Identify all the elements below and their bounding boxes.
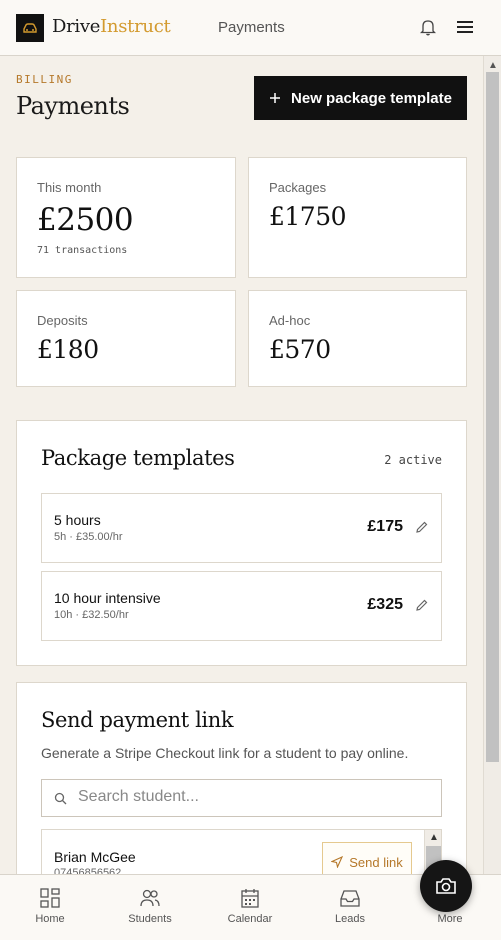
stat-value: £180 [37,335,99,364]
send-icon [331,856,344,868]
nav-label: More [437,913,463,925]
stat-value: £1750 [269,202,347,231]
template-price: £175 [367,518,403,535]
grid-icon [40,888,60,908]
active-count: 2 active [384,453,442,467]
plus-icon [270,93,281,103]
main-content[interactable]: BILLING Payments New package template Th… [0,56,483,874]
template-row[interactable]: 5 hours 5h · £35.00/hr £175 [41,493,442,563]
stat-label: Packages [269,180,327,195]
stat-label: Ad-hoc [269,313,311,328]
stat-value: £2500 [37,202,134,238]
send-payment-link-card: Send payment link Generate a Stripe Chec… [16,682,467,874]
send-payment-link-title: Send payment link [41,708,234,732]
stat-label: This month [37,180,102,195]
edit-pencil-icon[interactable] [415,598,429,617]
camera-fab-button[interactable] [420,860,472,912]
nav-label: Leads [335,913,365,925]
stat-card-adhoc: Ad-hoc £570 [248,290,467,387]
send-payment-link-description: Generate a Stripe Checkout link for a st… [41,745,409,761]
brand-name[interactable]: DriveInstruct [52,16,171,37]
new-package-template-button[interactable]: New package template [254,76,467,120]
stat-value: £570 [269,335,331,364]
template-meta: 10h · £32.50/hr [54,609,129,621]
student-phone: 07456856562 [54,867,122,874]
edit-pencil-icon[interactable] [415,520,429,539]
template-name: 10 hour intensive [54,590,161,606]
send-link-label: Send link [349,854,403,870]
nav-item-home[interactable]: Home [20,887,80,925]
nav-label: Students [128,913,172,925]
scroll-up-arrow-icon[interactable]: ▲ [488,60,498,71]
page-title: Payments [16,92,130,120]
template-meta: 5h · £35.00/hr [54,531,123,543]
nav-label: Home [35,913,65,925]
search-icon [54,792,67,810]
scroll-up-arrow-icon[interactable]: ▲ [429,832,439,843]
student-search-field[interactable] [41,779,442,817]
student-search-input[interactable] [78,788,428,806]
stat-card-this-month: This month £2500 71 transactions [16,157,236,278]
brand-part1: Drive [52,16,101,37]
nav-item-leads[interactable]: Leads [320,887,380,925]
hamburger-menu-icon[interactable] [456,19,474,40]
send-link-button[interactable]: Send link [322,842,412,874]
template-name: 5 hours [54,512,101,528]
brand-part2: Instruct [100,16,171,37]
template-price: £325 [367,596,403,613]
inbox-icon [340,890,360,907]
new-package-template-label: New package template [291,89,452,107]
page-scrollbar[interactable]: ▲ [483,56,501,874]
stat-card-packages: Packages £1750 [248,157,467,278]
camera-icon [436,878,456,894]
stat-card-deposits: Deposits £180 [16,290,236,387]
template-row[interactable]: 10 hour intensive 10h · £32.50/hr £325 [41,571,442,641]
calendar-icon [241,889,259,908]
student-list[interactable]: Brian McGee 07456856562 Send link ▲ [41,829,442,874]
car-logo-icon[interactable] [16,14,44,42]
top-bar: DriveInstruct Payments [0,0,501,56]
package-templates-title: Package templates [41,446,235,470]
student-name: Brian McGee [54,849,136,865]
package-templates-card: Package templates 2 active 5 hours 5h · … [16,420,467,666]
stat-sub: 71 transactions [37,245,128,256]
page-eyebrow: BILLING [16,73,73,86]
nav-item-students[interactable]: Students [120,887,180,925]
nav-item-calendar[interactable]: Calendar [220,887,280,925]
users-icon [140,889,160,907]
stat-label: Deposits [37,313,88,328]
bell-icon[interactable] [419,18,437,41]
scrollbar-thumb[interactable] [486,72,499,762]
nav-current-page[interactable]: Payments [218,19,285,36]
nav-label: Calendar [227,913,273,925]
